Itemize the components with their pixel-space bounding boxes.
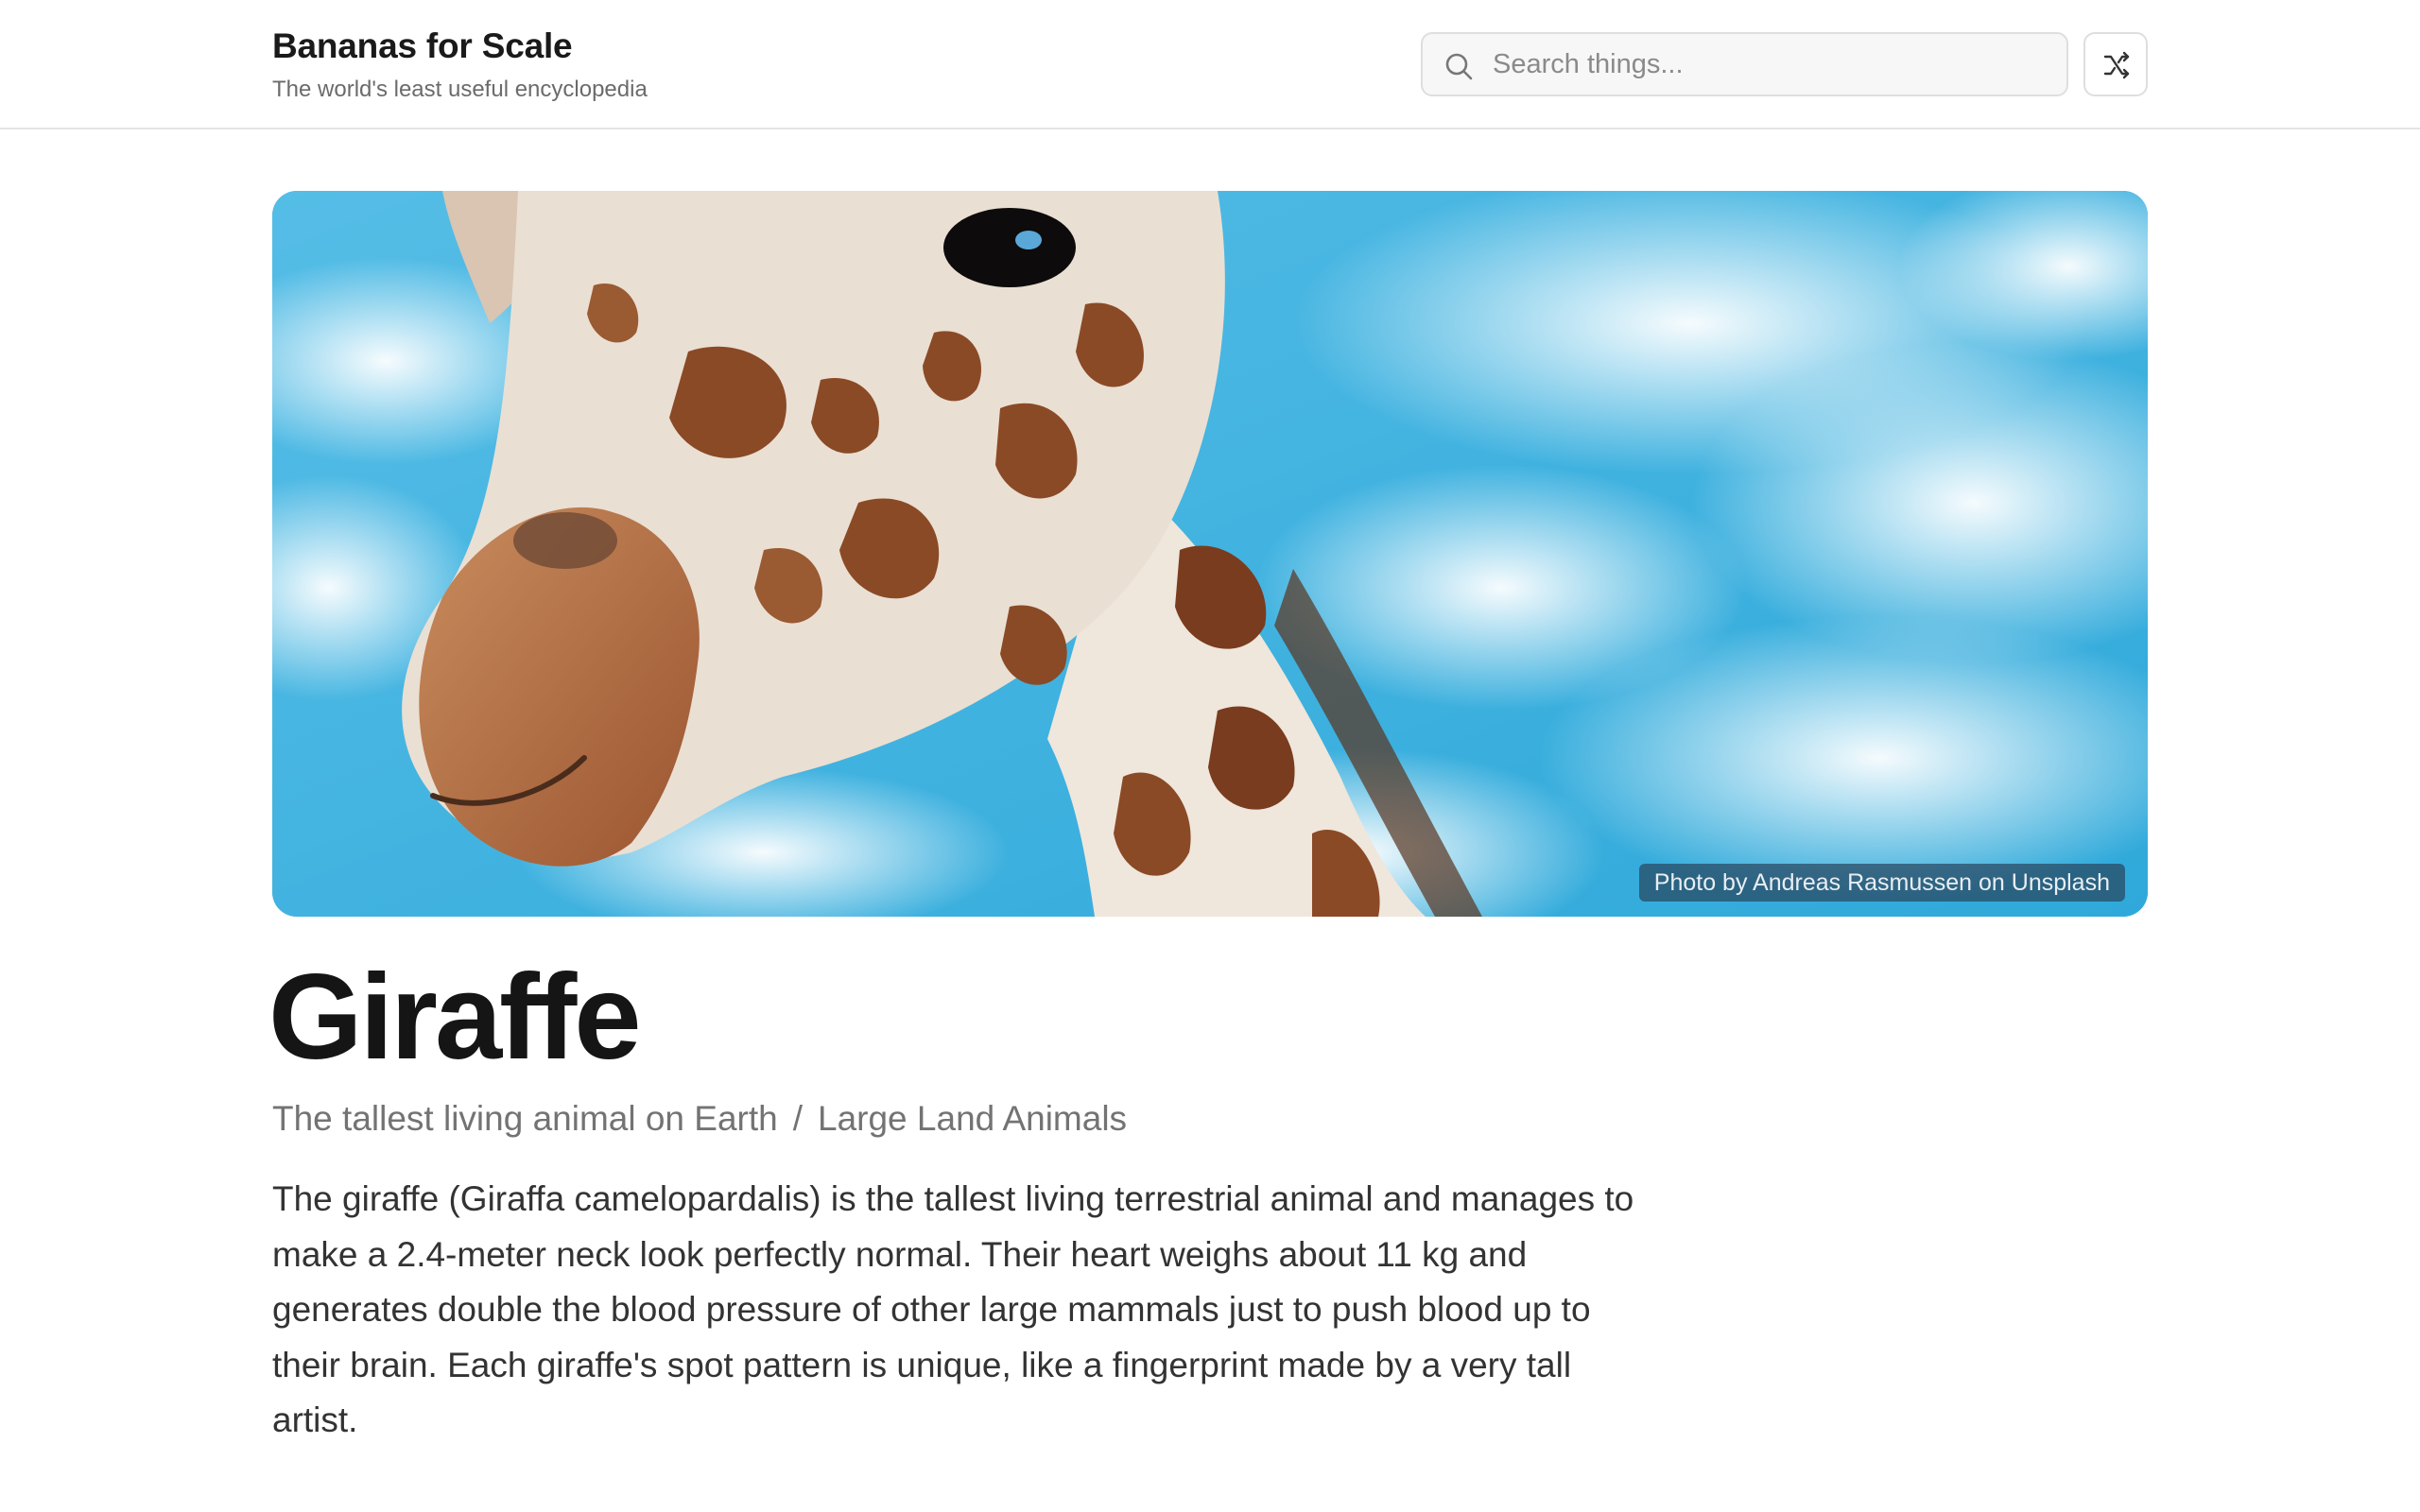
- search-icon: [1443, 51, 1474, 81]
- search-box[interactable]: [1421, 32, 2068, 96]
- giraffe-photo: [272, 191, 2148, 917]
- search-input[interactable]: [1491, 36, 2048, 93]
- article-subtitle: The tallest living animal on Earth: [272, 1099, 778, 1138]
- breadcrumb-separator: /: [792, 1099, 803, 1138]
- photo-credit[interactable]: Photo by Andreas Rasmussen on Unsplash: [1638, 864, 2125, 902]
- site-title[interactable]: Bananas for Scale: [272, 26, 573, 66]
- article-body: The giraffe (Giraffa camelopardalis) is …: [272, 1179, 1634, 1439]
- category-link[interactable]: Large Land Animals: [818, 1099, 1127, 1138]
- shuffle-icon: [2103, 51, 2130, 79]
- random-article-button[interactable]: [2083, 32, 2148, 96]
- hero-image: Photo by Andreas Rasmussen on Unsplash: [272, 191, 2148, 917]
- site-header: Bananas for Scale The world's least usef…: [0, 0, 2420, 129]
- article-meta: The tallest living animal on Earth / Large…: [272, 1099, 1127, 1139]
- site-tagline: The world's least useful encyclopedia: [272, 77, 648, 102]
- article-title: Giraffe: [268, 950, 642, 1085]
